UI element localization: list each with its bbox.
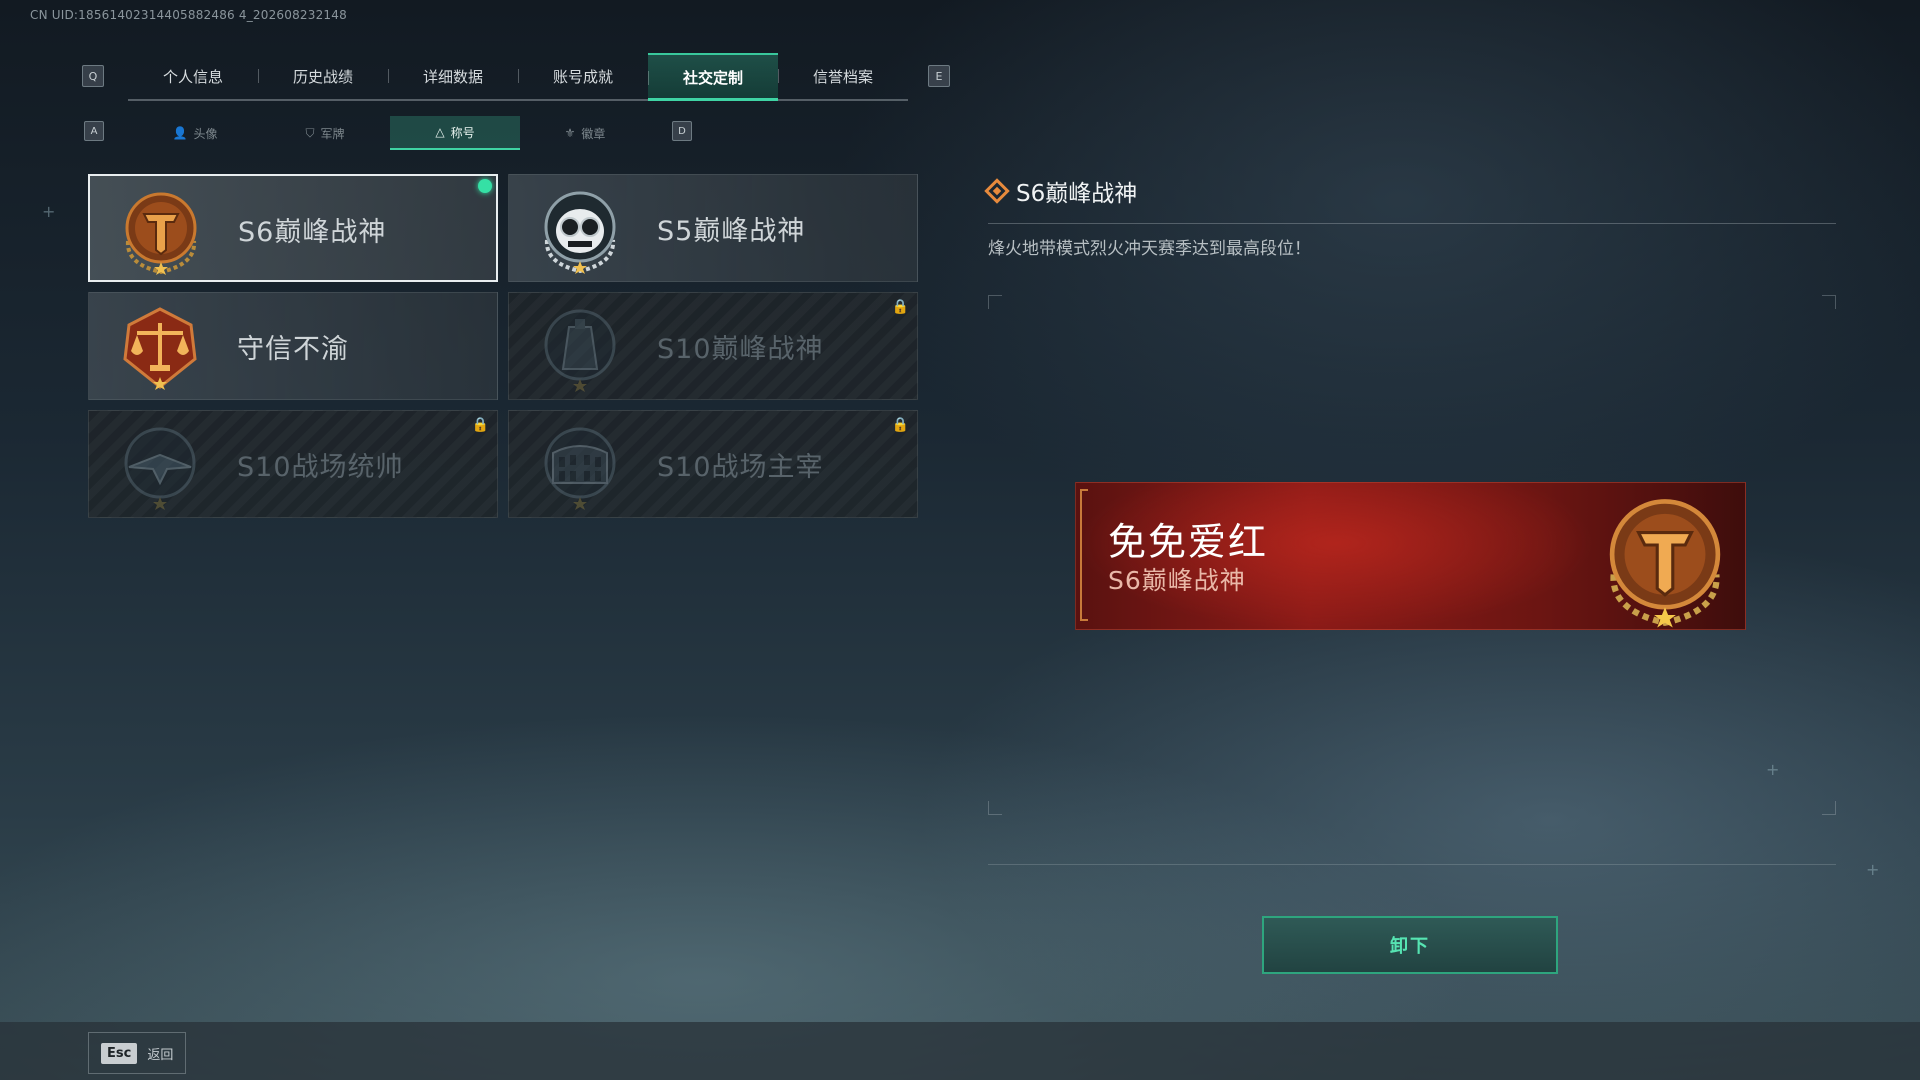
title-card-label: S10巅峰战神	[657, 334, 824, 365]
banner-player-name: 免免爱红	[1108, 520, 1269, 564]
tab-credit-record[interactable]: 信誉档案	[778, 53, 908, 99]
goggle-skull-medal-icon	[544, 191, 616, 274]
back-label: 返回	[147, 1047, 174, 1063]
bronze-t-medal-icon	[125, 192, 197, 275]
sub-tab-bar: 👤 头像 ⛉ 军牌 △ 称号 ⚜ 徽章	[130, 116, 650, 150]
wings-icon: ⚜	[564, 126, 576, 140]
person-icon: 👤	[172, 126, 188, 140]
subtab-dog-tag-label: 军牌	[320, 126, 345, 141]
prev-subtab-key[interactable]: A	[84, 121, 104, 141]
tab-personal-info[interactable]: 个人信息	[128, 53, 258, 99]
title-banner-preview: 免免爱红 S6巅峰战神	[1075, 482, 1746, 630]
lock-icon: 🔒	[471, 417, 489, 433]
equipped-indicator	[478, 179, 492, 193]
shield-icon: ⛉	[305, 125, 315, 140]
tab-achievements[interactable]: 账号成就	[518, 53, 648, 99]
title-card-label: S5巅峰战神	[657, 216, 806, 247]
next-subtab-key[interactable]: D	[672, 121, 692, 141]
top-tab-bar: 个人信息 历史战绩 详细数据 账号成就 社交定制 信誉档案	[128, 53, 908, 101]
tab-match-history[interactable]: 历史战绩	[258, 53, 388, 99]
tab-social-customization[interactable]: 社交定制	[648, 53, 778, 101]
panel-bottom-divider	[988, 864, 1836, 865]
banner-title: S6巅峰战神	[1108, 566, 1246, 595]
title-card-keep-faith[interactable]: 守信不渝	[88, 292, 498, 400]
prev-tab-key[interactable]: Q	[82, 65, 104, 87]
title-card-label: 守信不渝	[237, 334, 349, 365]
title-card-s10-peak[interactable]: S10巅峰战神 🔒	[508, 292, 918, 400]
back-button[interactable]: Esc 返回	[88, 1032, 186, 1074]
banner-bracket	[1080, 489, 1088, 621]
lock-icon: 🔒	[891, 417, 909, 433]
title-card-label: S10战场统帅	[237, 452, 404, 483]
title-card-s10-commander[interactable]: S10战场统帅 🔒	[88, 410, 498, 518]
subtab-title[interactable]: △ 称号	[390, 116, 520, 150]
tower-medal-icon	[544, 309, 616, 392]
crosshair-deco: +	[1866, 860, 1880, 879]
subtab-dog-tag[interactable]: ⛉ 军牌	[260, 116, 390, 150]
detail-description: 烽火地带模式烈火冲天赛季达到最高段位！	[988, 239, 1311, 259]
title-card-s6-peak[interactable]: S6巅峰战神	[88, 174, 498, 282]
subtab-badge[interactable]: ⚜ 徽章	[520, 116, 650, 150]
crosshair-deco: +	[1766, 760, 1780, 779]
triangle-icon: △	[435, 125, 445, 139]
detail-divider	[988, 223, 1836, 224]
colosseum-medal-icon	[544, 427, 616, 510]
unequip-button[interactable]: 卸下	[1262, 916, 1558, 974]
diamond-icon	[984, 178, 1010, 204]
next-tab-key[interactable]: E	[928, 65, 950, 87]
title-card-label: S6巅峰战神	[238, 217, 387, 248]
detail-header: S6巅峰战神	[984, 174, 1138, 208]
title-card-s5-peak[interactable]: S5巅峰战神	[508, 174, 918, 282]
esc-key: Esc	[101, 1042, 138, 1064]
title-card-s10-dominator[interactable]: S10战场主宰 🔒	[508, 410, 918, 518]
bronze-t-medal-icon	[1609, 499, 1721, 628]
uid-text: CN UID:18561402314405882486 4_2026082321…	[30, 8, 347, 22]
subtab-badge-label: 徽章	[581, 126, 606, 141]
crosshair-deco: +	[42, 202, 56, 221]
lock-icon: 🔒	[891, 299, 909, 315]
subtab-avatar-label: 头像	[193, 126, 218, 141]
jet-medal-icon	[124, 427, 196, 510]
subtab-title-label: 称号	[450, 125, 475, 140]
subtab-avatar[interactable]: 👤 头像	[130, 116, 260, 150]
tab-detailed-data[interactable]: 详细数据	[388, 53, 518, 99]
title-card-label: S10战场主宰	[657, 452, 824, 483]
detail-title: S6巅峰战神	[1016, 181, 1138, 207]
scales-medal-icon	[123, 307, 197, 390]
footer-bar	[0, 1022, 1920, 1080]
